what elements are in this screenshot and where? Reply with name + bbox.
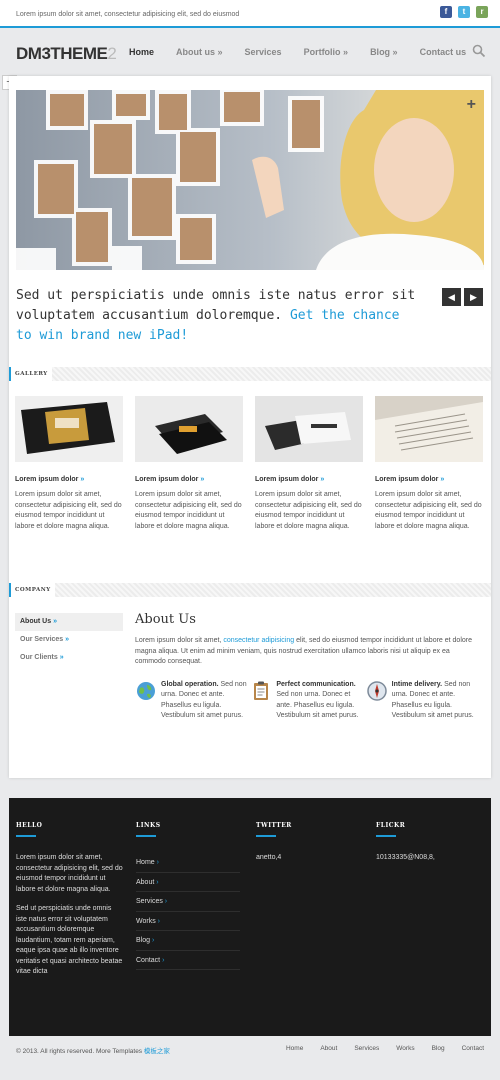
social-icons: f t r: [440, 6, 488, 18]
nav-contact[interactable]: Contact us: [420, 47, 467, 57]
feature-item: Intime delivery. Sed non urna. Donec et …: [366, 680, 481, 722]
about-link[interactable]: consectetur adipisicing: [223, 637, 294, 644]
gallery-item-text: Lorem ipsum dolor sit amet, consectetur …: [255, 491, 362, 530]
feature-text: Intime delivery. Sed non urna. Donec et …: [391, 680, 474, 720]
heading-underline: [16, 835, 36, 837]
footer-twitter-text: anetto,4: [256, 854, 282, 861]
bottom-nav-services[interactable]: Services: [354, 1045, 379, 1052]
hero-plus[interactable]: +: [467, 96, 476, 114]
logo-number: 2: [107, 44, 117, 63]
clipboard-icon: [254, 681, 269, 700]
company-nav-about[interactable]: About Us »: [15, 613, 123, 631]
slider-next-button[interactable]: ▶: [464, 288, 483, 306]
footer-link-services[interactable]: Services ›: [136, 892, 240, 912]
about-section: About Us Lorem ipsum dolor sit amet, con…: [135, 612, 481, 722]
feature-item: Global operation. Sed non urna. Donec et…: [135, 680, 250, 722]
gallery-item-text: Lorem ipsum dolor sit amet, consectetur …: [375, 491, 482, 530]
bottom-nav-blog[interactable]: Blog: [432, 1045, 445, 1052]
footer-flickr-heading: FLICKR: [376, 822, 406, 829]
bottom-bar: © 2013. All rights reserved. More Templa…: [0, 1036, 500, 1080]
feature-text: Perfect communication. Sed non urna. Don…: [276, 680, 359, 720]
search-icon[interactable]: [472, 44, 486, 58]
slider-controls: ◀ ▶: [442, 288, 483, 306]
footer-link-works[interactable]: Works ›: [136, 912, 240, 931]
heading-underline: [376, 835, 396, 837]
globe-icon: [137, 681, 155, 700]
twitter-icon[interactable]: t: [458, 6, 470, 18]
nav-home[interactable]: Home: [129, 47, 154, 57]
slider-caption: Sed ut perspiciatis unde omnis iste natu…: [16, 286, 416, 346]
gallery-heading: GALLERY: [11, 367, 52, 381]
gallery-item-text: Lorem ipsum dolor sit amet, consectetur …: [135, 491, 242, 530]
company-heading: COMPANY: [11, 583, 55, 597]
header: DM3THEME2 Home About us » Services Portf…: [0, 30, 500, 76]
footer-link-blog[interactable]: Blog ›: [136, 931, 240, 951]
footer-hello-heading: HELLO: [16, 822, 43, 829]
hero-slider: +: [16, 90, 484, 270]
top-tagline: Lorem ipsum dolor sit amet, consectetur …: [16, 11, 240, 18]
rss-icon[interactable]: r: [476, 6, 488, 18]
footer-twitter: TWITTER anetto,4: [256, 822, 364, 864]
company-heading-bar: COMPANY: [9, 583, 491, 597]
feature-text: Global operation. Sed non urna. Donec et…: [161, 680, 247, 720]
bottom-nav-home[interactable]: Home: [286, 1045, 303, 1052]
bottom-nav-contact[interactable]: Contact: [462, 1045, 484, 1052]
main-content: + Sed ut perspiciatis unde omnis iste na…: [9, 76, 491, 778]
slider-prev-button[interactable]: ◀: [442, 288, 461, 306]
gallery-item-text: Lorem ipsum dolor sit amet, consectetur …: [15, 491, 122, 530]
gallery-thumb[interactable]: [135, 396, 243, 462]
company-nav-services[interactable]: Our Services »: [15, 631, 123, 649]
gallery-item: Lorem ipsum dolor » Lorem ipsum dolor si…: [135, 396, 243, 532]
gallery-item: Lorem ipsum dolor » Lorem ipsum dolor si…: [255, 396, 363, 532]
gallery-item-title[interactable]: Lorem ipsum dolor »: [135, 476, 243, 483]
gallery-item: Lorem ipsum dolor » Lorem ipsum dolor si…: [375, 396, 483, 532]
gallery-item-title[interactable]: Lorem ipsum dolor »: [15, 476, 123, 483]
about-title: About Us: [135, 612, 196, 627]
main-nav: Home About us » Services Portfolio » Blo…: [129, 47, 488, 57]
features: Global operation. Sed non urna. Donec et…: [135, 680, 481, 722]
compass-icon: [366, 680, 387, 701]
hero-image: [16, 90, 484, 270]
heading-underline: [256, 835, 276, 837]
bottom-nav-works[interactable]: Works: [396, 1045, 414, 1052]
gallery-thumb[interactable]: [255, 396, 363, 462]
footer-flickr-text: 10133335@N08,8,: [376, 854, 435, 861]
company-nav-clients[interactable]: Our Clients »: [15, 649, 123, 667]
gallery-item: Lorem ipsum dolor » Lorem ipsum dolor si…: [15, 396, 123, 532]
gallery-thumb[interactable]: [375, 396, 483, 462]
facebook-icon[interactable]: f: [440, 6, 452, 18]
footer-links: LINKS Home › About › Services › Works › …: [136, 822, 244, 970]
company-nav: About Us » Our Services » Our Clients »: [15, 613, 123, 667]
gallery-item-title[interactable]: Lorem ipsum dolor »: [255, 476, 363, 483]
bottom-nav-about[interactable]: About: [320, 1045, 337, 1052]
footer-link-contact[interactable]: Contact ›: [136, 951, 240, 970]
gallery-item-title[interactable]: Lorem ipsum dolor »: [375, 476, 483, 483]
top-bar: Lorem ipsum dolor sit amet, consectetur …: [0, 0, 500, 28]
nav-blog[interactable]: Blog »: [370, 47, 398, 57]
gallery-heading-bar: GALLERY: [9, 367, 491, 381]
footer-hello: HELLO Lorem ipsum dolor sit amet, consec…: [16, 822, 124, 978]
bottom-nav: Home About Services Works Blog Contact: [269, 1045, 484, 1052]
footer-flickr: FLICKR 10133335@N08,8,: [376, 822, 484, 864]
footer: HELLO Lorem ipsum dolor sit amet, consec…: [9, 798, 491, 1036]
nav-about[interactable]: About us »: [176, 47, 223, 57]
footer-link-about[interactable]: About ›: [136, 873, 240, 892]
copyright-link[interactable]: 模板之家: [144, 1048, 170, 1055]
nav-services[interactable]: Services: [245, 47, 282, 57]
heading-underline: [136, 835, 156, 837]
gallery: Lorem ipsum dolor » Lorem ipsum dolor si…: [15, 396, 485, 532]
about-text: Lorem ipsum dolor sit amet, consectetur …: [135, 637, 472, 665]
footer-hello-text-1: Lorem ipsum dolor sit amet, consectetur …: [16, 854, 123, 893]
nav-portfolio[interactable]: Portfolio »: [304, 47, 349, 57]
copyright: © 2013. All rights reserved. More Templa…: [16, 1048, 170, 1055]
gallery-thumb[interactable]: [15, 396, 123, 462]
site-logo[interactable]: DM3THEME2: [16, 44, 117, 64]
logo-main: DM3THEME: [16, 44, 108, 63]
footer-hello-text-2: Sed ut perspiciatis unde omnis iste natu…: [16, 905, 123, 975]
footer-twitter-heading: TWITTER: [256, 822, 292, 829]
footer-link-list: Home › About › Services › Works › Blog ›…: [136, 853, 244, 970]
feature-item: Perfect communication. Sed non urna. Don…: [250, 680, 365, 722]
footer-links-heading: LINKS: [136, 822, 161, 829]
footer-link-home[interactable]: Home ›: [136, 853, 240, 873]
